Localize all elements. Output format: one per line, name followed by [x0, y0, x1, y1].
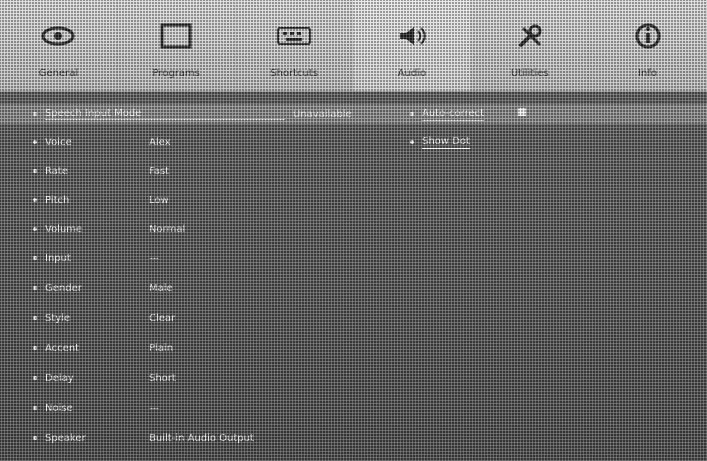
- setting-name: Pitch: [45, 194, 70, 206]
- setting-value: —: [149, 402, 159, 414]
- setting-name: Accent: [45, 342, 80, 354]
- window-icon: [153, 16, 199, 56]
- row-bullet-icon: [33, 316, 37, 320]
- setting-value: Built-in Audio Output: [149, 432, 254, 444]
- toolbar-label-programs: Programs: [152, 68, 200, 79]
- row-bullet-icon: [33, 286, 37, 290]
- side-option-autocorrect[interactable]: Auto-correct: [410, 104, 485, 124]
- toolbar-label-general: General: [38, 68, 79, 79]
- eye-icon: [35, 16, 81, 56]
- side-option-show-dot[interactable]: Show Dot: [410, 132, 484, 152]
- settings-row-rate[interactable]: Rate Fast: [0, 161, 420, 181]
- row-bullet-icon: [33, 112, 37, 116]
- settings-row-voice[interactable]: Voice Alex: [0, 132, 420, 152]
- side-option-label: Show Dot: [422, 135, 470, 149]
- keyboard-icon: [271, 16, 317, 56]
- setting-name: Delay: [45, 372, 74, 384]
- setting-value: Short: [149, 372, 176, 384]
- setting-value: Fast: [149, 165, 170, 177]
- setting-value: —: [149, 252, 159, 264]
- settings-row-volume[interactable]: Volume Normal: [0, 219, 420, 239]
- row-bullet-icon: [33, 256, 37, 260]
- settings-row-input[interactable]: Input —: [0, 248, 420, 268]
- speaker-icon: [389, 16, 435, 56]
- setting-name: Voice: [45, 136, 72, 148]
- header-row[interactable]: Speech Input Mode Unavailable: [0, 104, 420, 124]
- option-bullet-icon: [410, 140, 414, 144]
- toolbar-label-shortcuts: Shortcuts: [270, 68, 318, 79]
- toolbar-label-utilities: Utilities: [510, 68, 549, 79]
- toolbar-utilities[interactable]: Utilities: [471, 0, 590, 91]
- toolbar-programs[interactable]: Programs: [118, 0, 236, 91]
- toolbar-shortcuts[interactable]: Shortcuts: [236, 0, 354, 91]
- row-bullet-icon: [33, 376, 37, 380]
- setting-name: Volume: [45, 223, 83, 235]
- setting-value: Normal: [149, 223, 186, 235]
- selection-indicator: [518, 108, 526, 116]
- settings-row-gender[interactable]: Gender Male: [0, 278, 420, 298]
- header-status: Unavailable: [293, 108, 352, 120]
- row-bullet-icon: [33, 198, 37, 202]
- setting-name: Style: [45, 312, 71, 324]
- toolbar: General Programs Shortcuts Audio Utiliti…: [0, 0, 707, 92]
- setting-value: Male: [149, 282, 173, 294]
- setting-value: Alex: [149, 136, 171, 148]
- side-option-label: Auto-correct: [422, 107, 485, 121]
- settings-row-style[interactable]: Style Clear: [0, 308, 420, 328]
- toolbar-label-audio: Audio: [397, 68, 427, 79]
- row-bullet-icon: [33, 436, 37, 440]
- settings-row-speaker[interactable]: Speaker Built-in Audio Output: [0, 428, 420, 448]
- row-bullet-icon: [33, 169, 37, 173]
- toolbar-label-info: Info: [638, 68, 658, 79]
- option-bullet-icon: [410, 112, 414, 116]
- settings-row-noise[interactable]: Noise —: [0, 398, 420, 418]
- settings-row-delay[interactable]: Delay Short: [0, 368, 420, 388]
- setting-name: Noise: [45, 402, 73, 414]
- setting-value: Clear: [149, 312, 176, 324]
- row-bullet-icon: [33, 346, 37, 350]
- setting-value: Low: [149, 194, 169, 206]
- header-title: Speech Input Mode: [45, 108, 285, 120]
- toolbar-info[interactable]: Info: [589, 0, 707, 91]
- setting-name: Speaker: [45, 432, 86, 444]
- row-bullet-icon: [33, 140, 37, 144]
- row-bullet-icon: [33, 227, 37, 231]
- toolbar-audio[interactable]: Audio: [353, 0, 472, 91]
- toolbar-general[interactable]: General: [0, 0, 118, 91]
- row-bullet-icon: [33, 406, 37, 410]
- setting-name: Gender: [45, 282, 82, 294]
- main-content: Speech Input Mode Unavailable Voice Alex…: [0, 92, 707, 461]
- info-icon: [625, 16, 671, 56]
- settings-row-accent[interactable]: Accent Plain: [0, 338, 420, 358]
- setting-value: Plain: [149, 342, 174, 354]
- setting-name: Rate: [45, 165, 68, 177]
- side-options: Auto-correct Show Dot: [410, 104, 485, 160]
- setting-name: Input: [45, 252, 71, 264]
- settings-row-pitch[interactable]: Pitch Low: [0, 190, 420, 210]
- tools-icon: [507, 16, 553, 56]
